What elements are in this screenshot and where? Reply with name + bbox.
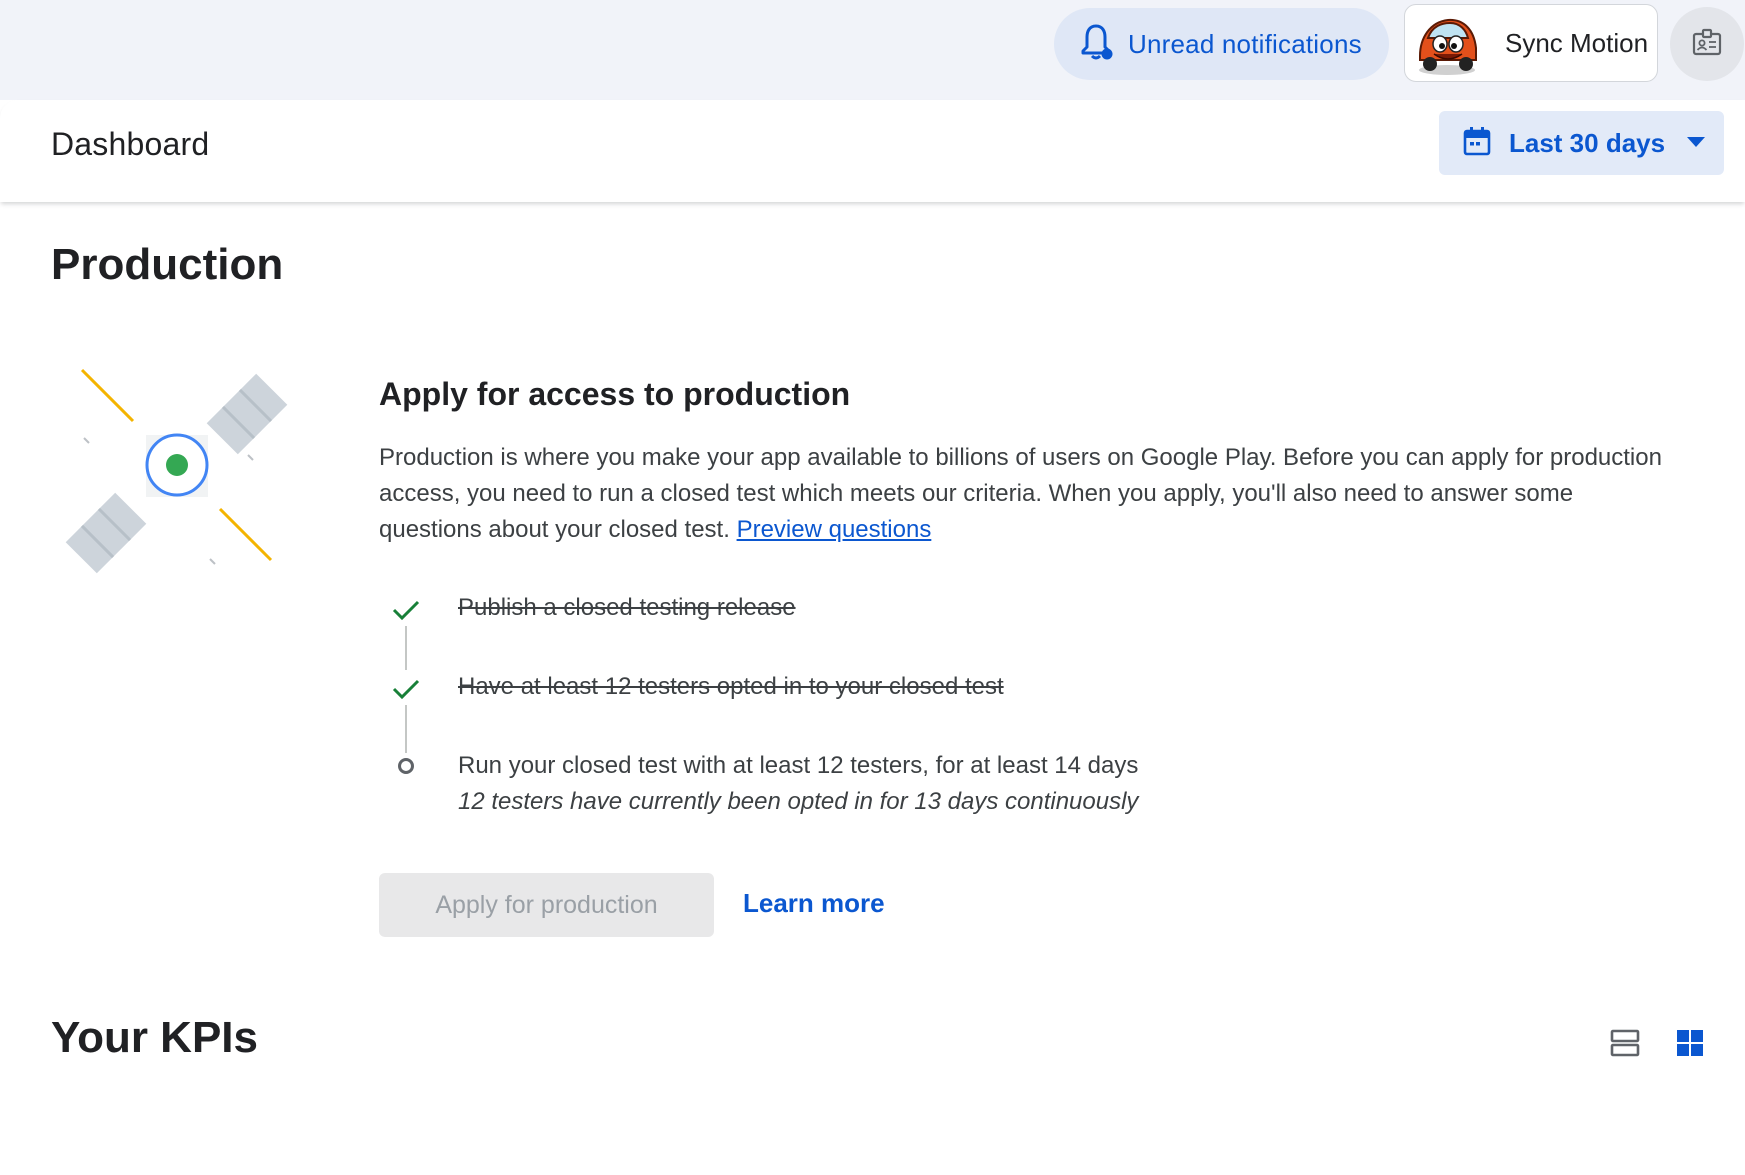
- kpis-section-title: Your KPIs: [51, 1013, 259, 1062]
- list-view-button[interactable]: [1605, 1025, 1645, 1065]
- step-label: Have at least 12 testers opted in to you…: [458, 673, 1004, 700]
- bell-notification-icon: [1080, 23, 1114, 66]
- list-view-icon: [1609, 1027, 1641, 1064]
- notifications-label: Unread notifications: [1128, 28, 1362, 59]
- production-description: Production is where you make your app av…: [379, 440, 1669, 548]
- id-badge-icon: [1692, 28, 1722, 61]
- unread-notifications-button[interactable]: Unread notifications: [1054, 8, 1389, 80]
- developer-account-button[interactable]: [1670, 7, 1744, 81]
- app-avatar: [1411, 7, 1483, 79]
- account-switcher[interactable]: Sync Motion: [1404, 4, 1658, 82]
- preview-questions-link[interactable]: Preview questions: [737, 516, 932, 543]
- top-bar: Unread notifications Sync Motion: [0, 0, 1745, 100]
- apply-for-production-button[interactable]: Apply for production: [379, 873, 714, 937]
- dropdown-caret-icon: [1687, 134, 1706, 152]
- checkmark-icon: [391, 674, 421, 704]
- production-section-title: Production: [51, 240, 284, 289]
- step-detail: 12 testers have currently been opted in …: [458, 788, 1139, 815]
- pending-circle-icon: [391, 751, 421, 781]
- production-card-title: Apply for access to production: [379, 376, 851, 412]
- description-text: Production is where you make your app av…: [379, 444, 1662, 543]
- learn-more-link[interactable]: Learn more: [743, 888, 885, 919]
- grid-view-icon: [1674, 1027, 1706, 1064]
- satellite-illustration: [60, 352, 300, 582]
- page-title: Dashboard: [51, 126, 210, 162]
- account-name: Sync Motion: [1505, 27, 1649, 58]
- step-label: Run your closed test with at least 12 te…: [458, 752, 1139, 779]
- date-range-label: Last 30 days: [1509, 127, 1666, 158]
- grid-view-button[interactable]: [1670, 1025, 1710, 1065]
- page-header: Dashboard Last 30 days: [0, 100, 1745, 202]
- step-connector: [405, 705, 407, 753]
- checkmark-icon: [391, 595, 421, 625]
- step-connector: [405, 626, 407, 670]
- step-label: Publish a closed testing release: [458, 594, 796, 621]
- date-range-selector[interactable]: Last 30 days: [1439, 111, 1724, 175]
- calendar-icon: [1463, 126, 1491, 161]
